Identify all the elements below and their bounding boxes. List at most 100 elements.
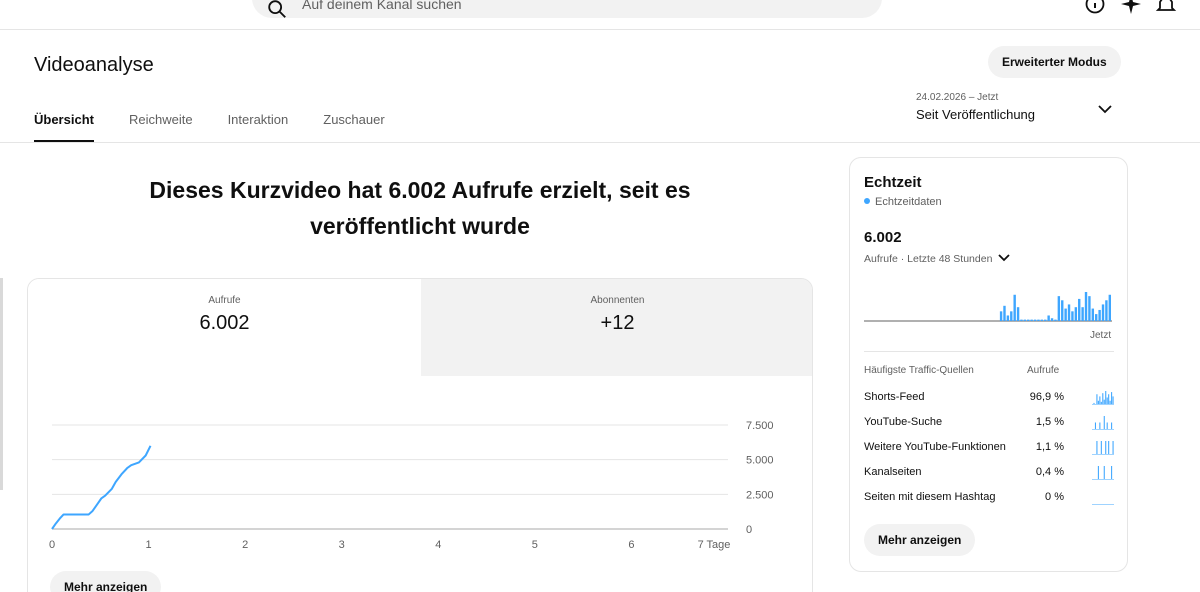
- sparkline-bar: [1097, 466, 1099, 479]
- sparkline-bar: [1111, 466, 1113, 479]
- sparkline-bar: [1111, 392, 1113, 404]
- sparkline-bar: [1100, 401, 1102, 404]
- tab-reach[interactable]: Reichweite: [129, 112, 193, 142]
- x-tick-label: 1: [146, 539, 152, 551]
- traffic-source-sparkline: [1092, 504, 1114, 505]
- realtime-bar: [1091, 308, 1095, 321]
- metric-value: 6.002: [199, 312, 250, 334]
- realtime-bar: [1074, 307, 1078, 321]
- advanced-mode-button[interactable]: Erweiterter Modus: [988, 46, 1121, 78]
- x-tick-label: 0: [49, 539, 55, 551]
- sparkline-bar: [1105, 441, 1107, 454]
- realtime-bar: [1078, 298, 1081, 321]
- help-icon[interactable]: [1084, 0, 1106, 14]
- metric-tab-views[interactable]: Aufrufe 6.002: [28, 279, 421, 376]
- sparkline-bar: [1102, 393, 1104, 404]
- traffic-source-row: Kanalseiten 0,4 %: [864, 464, 1114, 482]
- sparkline-bar: [1108, 441, 1110, 454]
- sparkline-bar: [1100, 441, 1102, 454]
- chevron-down-icon[interactable]: [1098, 104, 1112, 114]
- realtime-bar: [1057, 296, 1061, 321]
- sparkle-icon[interactable]: [1120, 0, 1142, 14]
- x-tick-label: 4: [435, 539, 441, 551]
- traffic-source-percent: 0 %: [1045, 491, 1064, 503]
- traffic-source-sparkline: [1092, 416, 1114, 430]
- notifications-bell-icon[interactable]: [1155, 0, 1177, 14]
- y-tick-label: 2.500: [746, 489, 774, 501]
- sparkline-bar: [1094, 422, 1096, 429]
- top-bar: Auf deinem Kanal suchen: [0, 0, 1200, 30]
- sparkline-bar: [1112, 396, 1114, 404]
- realtime-bar: [1030, 319, 1033, 321]
- x-tick-label: 5: [532, 539, 538, 551]
- x-tick-label: 6: [628, 539, 634, 551]
- sparkline-bar: [1093, 402, 1095, 404]
- page-title: Videoanalyse: [34, 54, 154, 76]
- traffic-source-name: Weitere YouTube-Funktionen: [864, 441, 1006, 453]
- traffic-source-name: Kanalseiten: [864, 466, 922, 478]
- y-tick-label: 7.500: [746, 420, 774, 432]
- realtime-bar: [1050, 318, 1054, 321]
- search-input[interactable]: Auf deinem Kanal suchen: [302, 0, 462, 12]
- sparkline-bar: [1096, 394, 1098, 404]
- metric-tab-subscribers[interactable]: Abonnenten +12: [421, 279, 812, 376]
- show-more-button[interactable]: Mehr anzeigen: [50, 571, 162, 592]
- channel-search-box[interactable]: Auf deinem Kanal suchen: [252, 0, 882, 18]
- metric-value: +12: [600, 312, 635, 334]
- sparkline-bar: [1108, 394, 1110, 404]
- date-range-selector[interactable]: 24.02.2026 – Jetzt Seit Veröffentlichung: [916, 92, 1116, 128]
- realtime-show-more-button[interactable]: Mehr anzeigen: [864, 524, 976, 556]
- traffic-source-sparkline: [1092, 466, 1114, 480]
- sparkline-bar: [1106, 397, 1108, 404]
- traffic-source-row: YouTube-Suche 1,5 %: [864, 414, 1114, 432]
- realtime-bar: [1067, 304, 1071, 321]
- live-dot-icon: [864, 198, 870, 204]
- traffic-source-row: Seiten mit diesem Hashtag 0 %: [864, 489, 1114, 507]
- traffic-source-percent: 96,9 %: [1029, 391, 1064, 403]
- realtime-subtitle: Echtzeitdaten: [864, 196, 942, 208]
- metric-label: Abonnenten: [590, 295, 645, 306]
- realtime-bar: [1016, 307, 1020, 321]
- realtime-card: Echtzeit Echtzeitdaten 6.002 Aufrufe · L…: [849, 157, 1128, 572]
- date-period-text: Seit Veröffentlichung: [916, 107, 1036, 122]
- views-series-line: [51, 445, 152, 530]
- realtime-bar: [1020, 319, 1023, 321]
- analytics-tabs: Übersicht Reichweite Interaktion Zuschau…: [34, 112, 420, 142]
- search-icon[interactable]: [266, 0, 288, 20]
- realtime-views-value: 6.002: [864, 229, 902, 246]
- realtime-bar: [1071, 311, 1074, 321]
- tab-audience[interactable]: Zuschauer: [323, 112, 384, 142]
- sparkline-bar: [1096, 441, 1098, 454]
- metrics-chart-card: Aufrufe 6.002 Abonnenten +12 0 2.500 5.000…: [27, 278, 813, 592]
- x-tick-label: 3: [339, 539, 345, 551]
- traffic-source-name: Shorts-Feed: [864, 391, 925, 403]
- traffic-source-percent: 1,1 %: [1035, 441, 1064, 453]
- traffic-source-percent: 1,5 %: [1035, 416, 1064, 428]
- traffic-source-percent: 0,4 %: [1035, 466, 1064, 478]
- realtime-period-text: Aufrufe · Letzte 48 Stunden: [864, 253, 993, 265]
- tab-engagement[interactable]: Interaktion: [228, 112, 289, 142]
- left-scroll-edge: [0, 278, 3, 490]
- traffic-source-sparkline: [1092, 441, 1114, 455]
- realtime-bar: [1108, 294, 1111, 321]
- tab-overview[interactable]: Übersicht: [34, 112, 94, 142]
- realtime-bar: [1064, 308, 1067, 321]
- traffic-source-row: Shorts-Feed 96,9 %: [864, 389, 1114, 407]
- sparkline-bar: [1099, 422, 1101, 429]
- traffic-views-header: Aufrufe: [1027, 365, 1060, 376]
- sparkline-bar: [1103, 399, 1105, 404]
- realtime-bar: [1095, 314, 1098, 321]
- realtime-bar: [1003, 305, 1006, 321]
- realtime-bar: [1033, 319, 1037, 321]
- date-range-text: 24.02.2026 – Jetzt: [916, 92, 999, 103]
- sparkline-bar: [1103, 466, 1105, 479]
- realtime-bar: [1081, 307, 1084, 321]
- sparkline-bar: [1103, 416, 1105, 429]
- realtime-bar: [1023, 319, 1027, 321]
- y-tick-label: 5.000: [746, 455, 774, 467]
- realtime-period-selector[interactable]: Aufrufe · Letzte 48 Stunden: [864, 253, 1010, 265]
- chevron-down-icon[interactable]: [998, 254, 1010, 262]
- traffic-source-row: Weitere YouTube-Funktionen 1,1 %: [864, 439, 1114, 457]
- realtime-bar: [1006, 315, 1010, 321]
- realtime-bar: [1013, 294, 1016, 321]
